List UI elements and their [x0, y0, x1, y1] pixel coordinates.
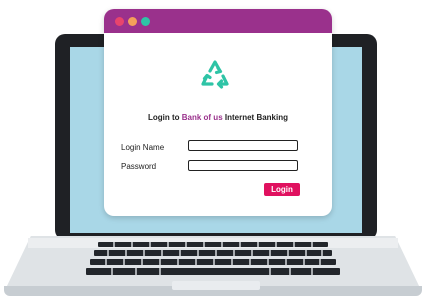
close-dot-icon[interactable]: [115, 17, 124, 26]
login-name-input[interactable]: [188, 140, 298, 151]
minimize-dot-icon[interactable]: [128, 17, 137, 26]
window-titlebar: [104, 9, 332, 33]
login-button[interactable]: Login: [264, 183, 300, 196]
password-label: Password: [121, 162, 157, 171]
keyboard: [86, 242, 340, 275]
trackpad: [172, 281, 260, 290]
heading-suffix: Internet Banking: [222, 113, 288, 122]
heading-prefix: Login to: [147, 113, 182, 122]
recycle-icon: [201, 60, 229, 89]
bank-name: Bank of us: [181, 113, 223, 122]
login-name-label: Login Name: [121, 143, 165, 152]
maximize-dot-icon[interactable]: [141, 17, 150, 26]
login-heading: Login to Bank of us Internet Banking: [104, 113, 332, 122]
password-input[interactable]: [188, 160, 298, 171]
